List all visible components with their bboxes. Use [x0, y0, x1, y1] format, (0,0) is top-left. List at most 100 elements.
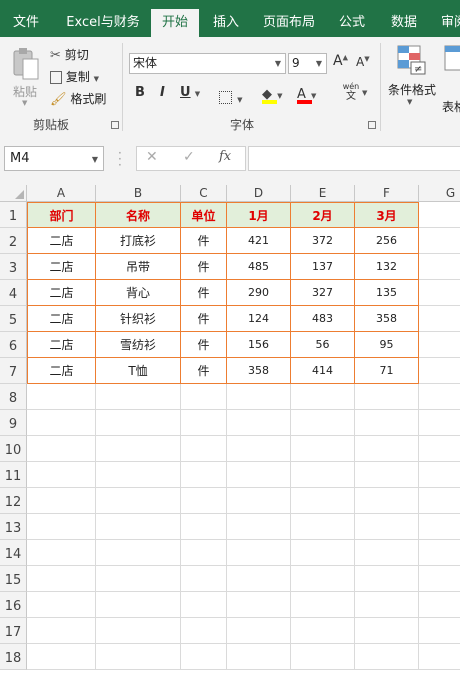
clipboard-launcher-icon[interactable] [111, 121, 119, 129]
empty-cell[interactable] [355, 566, 419, 592]
table-cell[interactable]: 135 [355, 280, 419, 306]
empty-cell[interactable] [355, 384, 419, 410]
row-header[interactable]: 12 [0, 488, 27, 514]
tab-file[interactable]: 文件 [4, 0, 48, 37]
row-header[interactable]: 6 [0, 332, 27, 358]
empty-cell[interactable] [355, 540, 419, 566]
empty-cell[interactable] [27, 566, 96, 592]
column-header-a[interactable]: A [27, 185, 96, 202]
column-header-g[interactable]: G [419, 185, 460, 202]
tab-home[interactable]: 开始 [151, 9, 199, 37]
empty-cell[interactable] [419, 618, 460, 644]
table-cell[interactable]: 二店 [27, 280, 96, 306]
table-cell[interactable]: 132 [355, 254, 419, 280]
empty-cell[interactable] [291, 488, 355, 514]
empty-cell[interactable] [291, 410, 355, 436]
empty-cell[interactable] [227, 488, 291, 514]
grow-font-button[interactable]: A▲ [333, 53, 348, 69]
table-header-cell[interactable]: 单位 [181, 202, 227, 228]
font-launcher-icon[interactable] [368, 121, 376, 129]
table-cell[interactable]: T恤 [96, 358, 181, 384]
format-as-table-button[interactable]: 表格 [442, 43, 460, 113]
row-header[interactable]: 15 [0, 566, 27, 592]
worksheet-grid[interactable]: A B C D E F G 1 2 3 4 5 6 7 8 9 10 11 12 13 14 15 16 17 1… [0, 185, 460, 676]
column-header-b[interactable]: B [96, 185, 181, 202]
empty-cell[interactable] [96, 644, 181, 670]
table-cell[interactable]: 124 [227, 306, 291, 332]
table-cell[interactable]: 二店 [27, 254, 96, 280]
empty-cell[interactable] [291, 566, 355, 592]
empty-cell[interactable] [96, 540, 181, 566]
borders-button[interactable]: ▼ [219, 87, 242, 106]
table-cell[interactable]: 421 [227, 228, 291, 254]
empty-cell[interactable] [291, 436, 355, 462]
empty-cell[interactable] [355, 462, 419, 488]
tab-insert[interactable]: 插入 [204, 0, 248, 37]
empty-cell[interactable] [227, 566, 291, 592]
formula-input[interactable] [248, 146, 460, 171]
empty-cell[interactable] [181, 514, 227, 540]
empty-cell[interactable] [27, 436, 96, 462]
empty-cell[interactable] [419, 254, 460, 280]
cancel-entry-button[interactable]: ✕ [146, 149, 158, 165]
bold-button[interactable]: B [135, 85, 145, 100]
empty-cell[interactable] [27, 592, 96, 618]
fill-color-button[interactable]: ◆ ▼ [262, 83, 282, 104]
table-cell[interactable]: 327 [291, 280, 355, 306]
empty-cell[interactable] [27, 488, 96, 514]
empty-cell[interactable] [181, 488, 227, 514]
table-cell[interactable]: 156 [227, 332, 291, 358]
empty-cell[interactable] [27, 384, 96, 410]
empty-cell[interactable] [355, 644, 419, 670]
empty-cell[interactable] [96, 384, 181, 410]
empty-cell[interactable] [419, 306, 460, 332]
row-header[interactable]: 13 [0, 514, 27, 540]
table-cell[interactable]: 背心 [96, 280, 181, 306]
conditional-format-button[interactable]: ≠ 条件格式 ▼ [386, 43, 438, 113]
empty-cell[interactable] [27, 514, 96, 540]
empty-cell[interactable] [96, 488, 181, 514]
table-cell[interactable]: 二店 [27, 228, 96, 254]
table-cell[interactable]: 137 [291, 254, 355, 280]
empty-cell[interactable] [291, 592, 355, 618]
empty-cell[interactable] [96, 436, 181, 462]
format-painter-button[interactable]: 🖌 格式刷 [50, 89, 106, 109]
table-cell[interactable]: 针织衫 [96, 306, 181, 332]
tab-excel-finance[interactable]: Excel与财务 [58, 0, 148, 37]
empty-cell[interactable] [355, 410, 419, 436]
empty-cell[interactable] [419, 566, 460, 592]
table-cell[interactable]: 483 [291, 306, 355, 332]
row-header[interactable]: 5 [0, 306, 27, 332]
select-all-button[interactable] [0, 185, 27, 202]
table-cell[interactable]: 372 [291, 228, 355, 254]
column-header-d[interactable]: D [227, 185, 291, 202]
row-header[interactable]: 1 [0, 202, 27, 228]
empty-cell[interactable] [419, 332, 460, 358]
table-cell[interactable]: 件 [181, 332, 227, 358]
empty-cell[interactable] [181, 410, 227, 436]
empty-cell[interactable] [181, 436, 227, 462]
empty-cell[interactable] [227, 384, 291, 410]
empty-cell[interactable] [181, 566, 227, 592]
empty-cell[interactable] [355, 488, 419, 514]
tab-page-layout[interactable]: 页面布局 [256, 0, 322, 37]
table-cell[interactable]: 打底衫 [96, 228, 181, 254]
empty-cell[interactable] [291, 514, 355, 540]
table-cell[interactable]: 件 [181, 280, 227, 306]
empty-cell[interactable] [355, 436, 419, 462]
paste-button[interactable]: 粘贴 ▼ [8, 43, 44, 107]
empty-cell[interactable] [181, 592, 227, 618]
empty-cell[interactable] [227, 540, 291, 566]
italic-button[interactable]: I [160, 85, 165, 100]
row-header[interactable]: 18 [0, 644, 27, 670]
empty-cell[interactable] [27, 462, 96, 488]
row-header[interactable]: 7 [0, 358, 27, 384]
empty-cell[interactable] [27, 644, 96, 670]
table-header-cell[interactable]: 部门 [27, 202, 96, 228]
column-header-f[interactable]: F [355, 185, 419, 202]
empty-cell[interactable] [419, 436, 460, 462]
table-header-cell[interactable]: 3月 [355, 202, 419, 228]
empty-cell[interactable] [291, 462, 355, 488]
empty-cell[interactable] [227, 462, 291, 488]
row-header[interactable]: 11 [0, 462, 27, 488]
